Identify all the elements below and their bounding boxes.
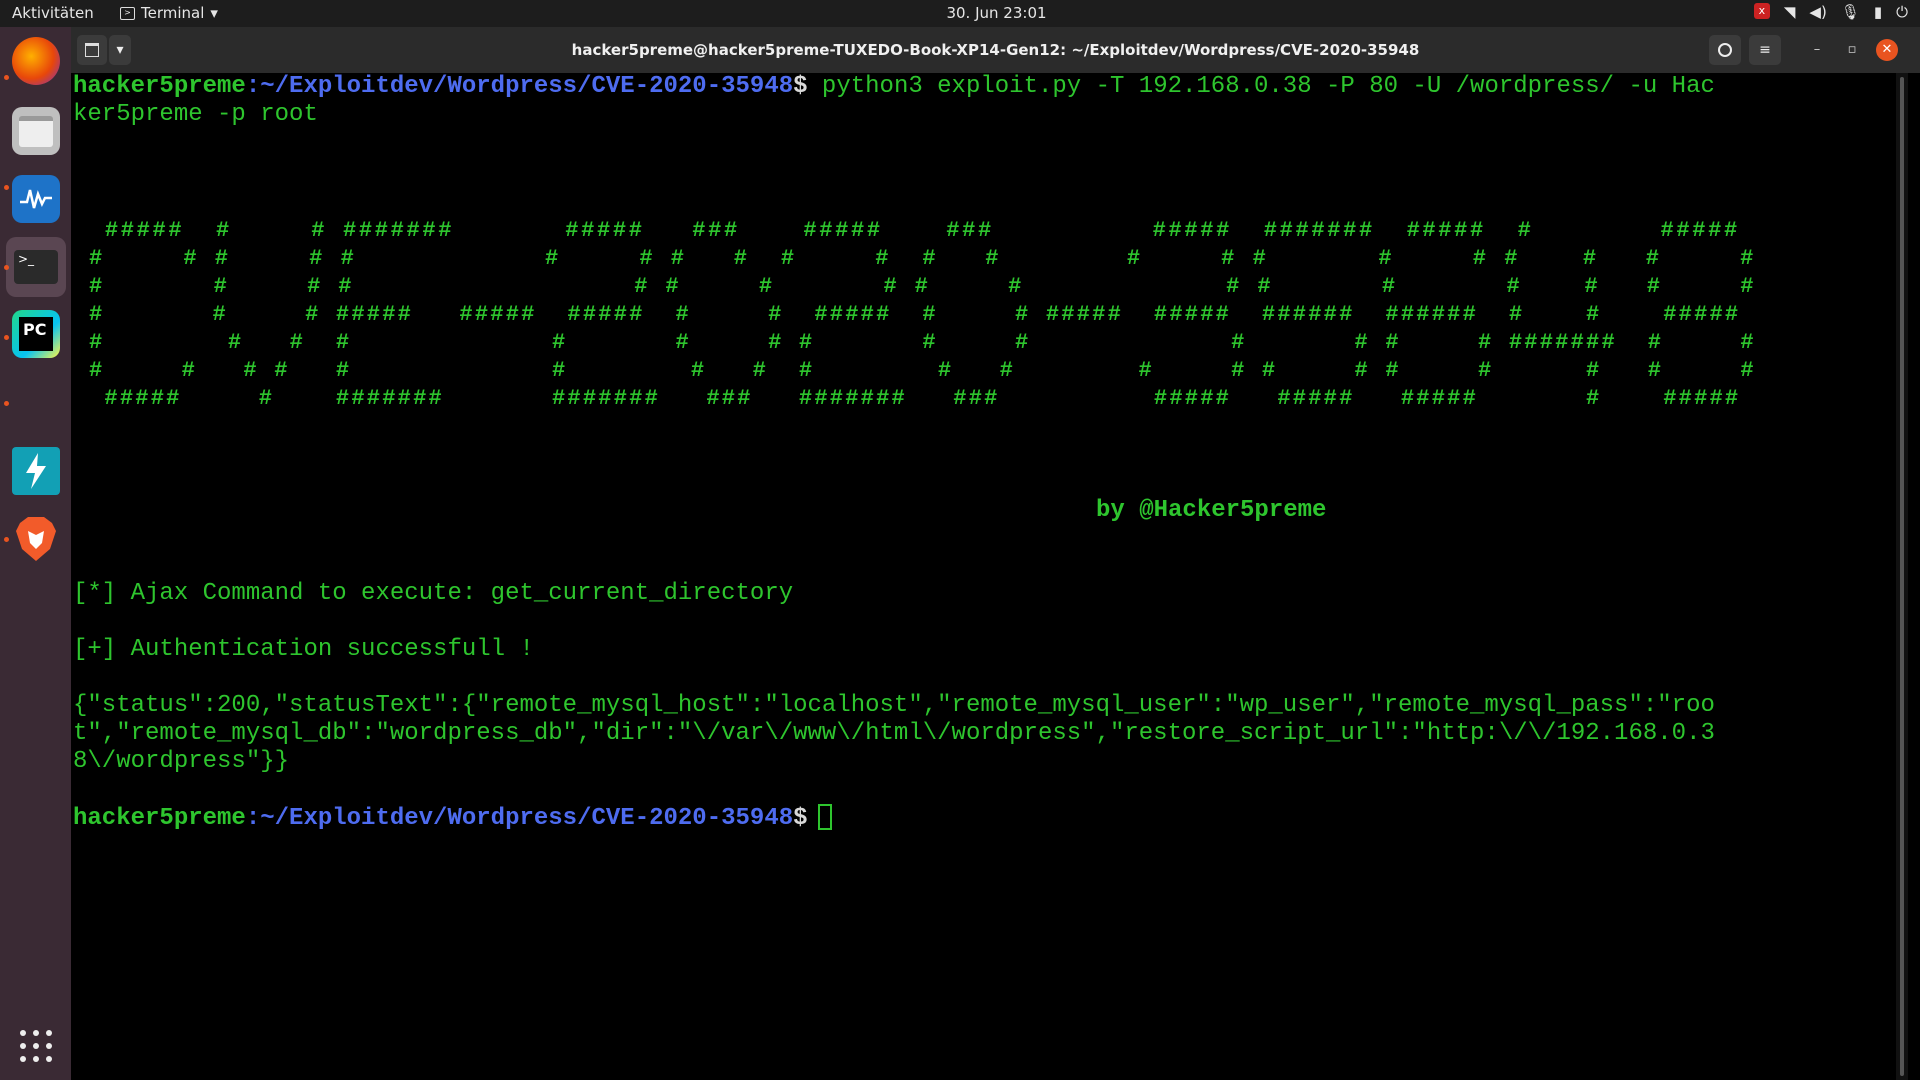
prompt-path: :~/Exploitdev/Wordpress/CVE-2020-35948 bbox=[245, 73, 794, 100]
command-text: python3 exploit.py -T 192.168.0.38 -P 80… bbox=[807, 73, 1715, 100]
terminal-area[interactable]: hacker5preme:~/Exploitdev/Wordpress/CVE-… bbox=[71, 73, 1908, 1080]
prompt-path: :~/Exploitdev/Wordpress/CVE-2020-35948 bbox=[245, 805, 794, 832]
app-grid-icon[interactable] bbox=[20, 1030, 52, 1062]
author-credit: by @Hacker5preme bbox=[1096, 497, 1327, 524]
scrollbar[interactable] bbox=[1896, 73, 1908, 1080]
tray-app-icon[interactable]: x bbox=[1753, 3, 1770, 19]
running-indicator bbox=[4, 265, 9, 270]
top-bar: Aktivitäten > Terminal ▾ 30. Jun 23:01 x… bbox=[0, 0, 1920, 27]
running-indicator bbox=[4, 335, 9, 340]
running-indicator bbox=[4, 75, 9, 80]
search-button[interactable] bbox=[1709, 35, 1741, 65]
wifi-icon: ◥ bbox=[1783, 3, 1796, 21]
running-indicator bbox=[4, 401, 9, 406]
terminal-icon: >_ bbox=[14, 250, 58, 284]
banner-line: # # # # # # # # # # # # # # # # # bbox=[89, 274, 1769, 299]
power-icon: ⏻ bbox=[1896, 3, 1908, 21]
scrollbar-thumb[interactable] bbox=[1900, 77, 1904, 1076]
system-monitor-icon[interactable] bbox=[12, 175, 60, 223]
command-line: hacker5preme:~/Exploitdev/Wordpress/CVE-… bbox=[73, 73, 1715, 101]
brave-icon[interactable] bbox=[12, 515, 60, 563]
hamburger-icon: ≡ bbox=[1759, 42, 1771, 58]
json-output-line: 8\/wordpress"}} bbox=[73, 748, 290, 775]
files-icon[interactable] bbox=[12, 107, 60, 155]
window-header: ▾ hacker5preme@hacker5preme-TUXEDO-Book-… bbox=[71, 27, 1920, 73]
minimize-icon: – bbox=[1813, 42, 1821, 57]
close-icon: ✕ bbox=[1881, 42, 1893, 57]
menu-button[interactable]: ≡ bbox=[1749, 35, 1781, 65]
banner-line: # # # # # # # # # # # # # # # # # # # # bbox=[89, 358, 1769, 383]
prompt-line: hacker5preme:~/Exploitdev/Wordpress/CVE-… bbox=[73, 804, 832, 833]
prompt-user: hacker5preme bbox=[73, 805, 246, 832]
text-cursor bbox=[817, 804, 832, 830]
terminal-dock-item[interactable]: >_ bbox=[6, 237, 66, 297]
battery-icon: ▮ bbox=[1873, 3, 1883, 21]
prompt-user: hacker5preme bbox=[73, 73, 246, 100]
prompt-sign: $ bbox=[793, 73, 808, 100]
info-line-command: [*] Ajax Command to execute: get_current… bbox=[73, 580, 794, 607]
banner-line: # # # # # # # # # # # # # # ####### # # bbox=[89, 330, 1769, 355]
microphone-icon: 🎙 bbox=[1840, 3, 1860, 21]
json-output-line: {"status":200,"statusText":{"remote_mysq… bbox=[73, 692, 1715, 719]
volume-icon: ◀) bbox=[1809, 3, 1827, 21]
running-indicator bbox=[4, 185, 9, 190]
command-text-wrap: ker5preme -p root bbox=[73, 101, 318, 128]
lightning-app-icon[interactable] bbox=[12, 447, 60, 495]
info-line-auth: [+] Authentication successfull ! bbox=[73, 636, 534, 663]
firefox-icon[interactable] bbox=[12, 37, 60, 85]
prompt-sign: $ bbox=[793, 805, 808, 832]
ascii-banner: ##### # # ####### ##### ### ##### ### ##… bbox=[89, 218, 1769, 411]
json-output-line: t","remote_mysql_db":"wordpress_db","dir… bbox=[73, 720, 1715, 747]
running-indicator bbox=[4, 537, 9, 542]
clock[interactable]: 30. Jun 23:01 bbox=[0, 4, 1920, 22]
banner-line: # # # ##### ##### ##### # # ##### # # ##… bbox=[89, 302, 1769, 327]
minimize-button[interactable]: – bbox=[1806, 39, 1828, 61]
dock: >_ PC bbox=[0, 27, 71, 1080]
close-button[interactable]: ✕ bbox=[1876, 39, 1898, 61]
system-tray[interactable]: x ◥ ◀) 🎙 ▮ ⏻ bbox=[1753, 3, 1908, 21]
banner-line: ##### # # ####### ##### ### ##### ### ##… bbox=[89, 218, 1769, 243]
maximize-icon: ▫ bbox=[1847, 42, 1857, 57]
banner-line: ##### # ####### ####### ### ####### ### … bbox=[89, 386, 1769, 411]
maximize-button[interactable]: ▫ bbox=[1841, 39, 1863, 61]
search-icon bbox=[1718, 43, 1732, 57]
pycharm-icon[interactable]: PC bbox=[12, 310, 60, 358]
window-title: hacker5preme@hacker5preme-TUXEDO-Book-XP… bbox=[571, 41, 1420, 59]
banner-line: # # # # # # # # # # # # # # # # # # # # … bbox=[89, 246, 1769, 271]
